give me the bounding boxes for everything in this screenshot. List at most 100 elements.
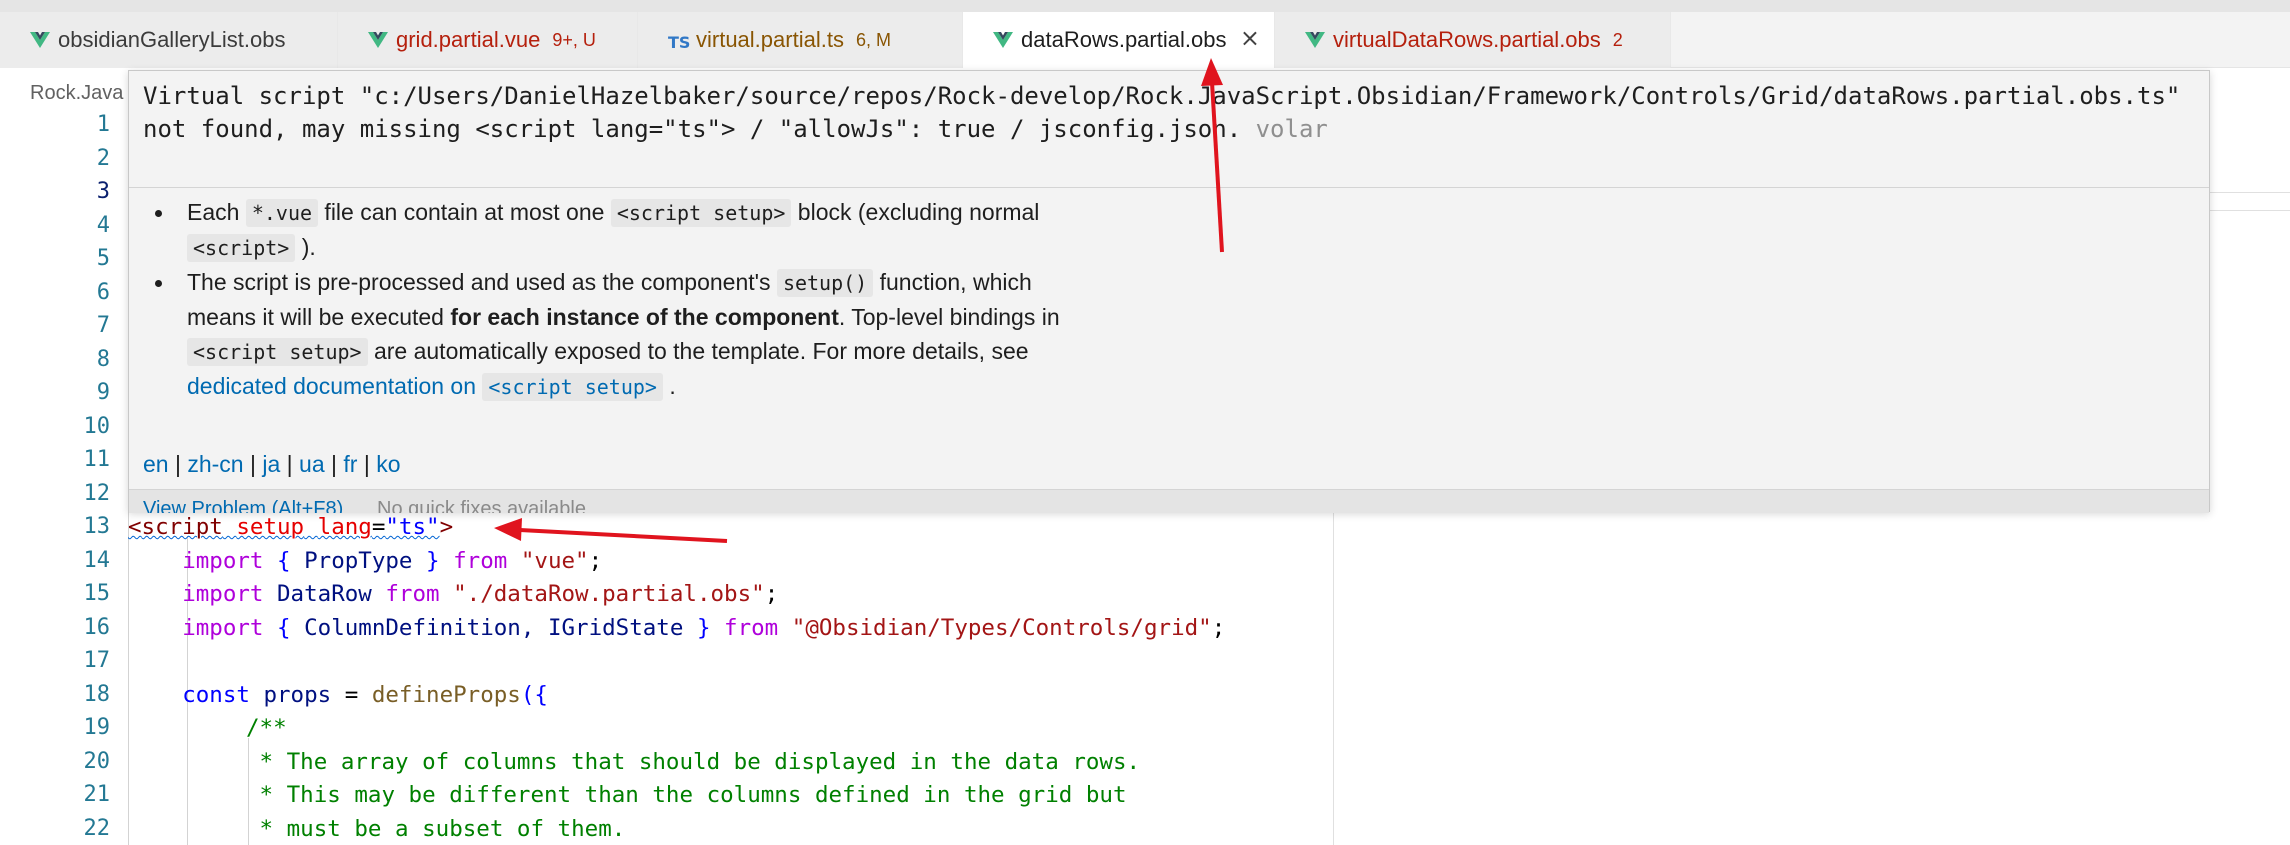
tab-problem-badge: 2 xyxy=(1612,29,1623,50)
editor-tab-bar: obsidianGalleryList.obs grid.partial.vue… xyxy=(0,12,2290,68)
doc-text: ). xyxy=(295,234,316,260)
token: > xyxy=(439,514,454,540)
token: import xyxy=(182,581,264,607)
tab-obsidian-gallery-list[interactable]: obsidianGalleryList.obs xyxy=(0,12,338,68)
current-line-highlight xyxy=(2210,192,2290,193)
code-line-16[interactable]: import { ColumnDefinition, IGridState } … xyxy=(128,615,1225,641)
diagnostic-source: volar xyxy=(1255,115,1328,143)
line-number: 12 xyxy=(83,481,111,506)
token: < xyxy=(128,514,142,540)
code-line-18[interactable]: const props = defineProps({ xyxy=(128,682,548,708)
link-code: <script setup> xyxy=(482,373,663,401)
token: } xyxy=(683,615,725,641)
token: ColumnDefinition, IGridState xyxy=(304,615,684,641)
breadcrumb[interactable]: Rock.Java xyxy=(30,82,123,105)
line-number: 2 xyxy=(96,146,110,171)
token: defineProps xyxy=(371,682,521,708)
line-number: 15 xyxy=(83,581,111,606)
line-number: 3 xyxy=(96,179,110,204)
code-line-20[interactable]: * The array of columns that should be di… xyxy=(246,749,1141,775)
separator: | xyxy=(243,451,263,477)
tab-problem-badge: 6, M xyxy=(855,29,891,50)
window-top-strip xyxy=(0,0,2290,12)
line-number: 22 xyxy=(83,816,111,841)
documentation-bullet: The script is pre-processed and used as … xyxy=(155,265,1067,404)
token: script xyxy=(141,514,223,540)
token: "ts" xyxy=(385,514,440,540)
view-problem-link[interactable]: View Problem (Alt+F8) xyxy=(143,498,343,513)
current-line-highlight xyxy=(2210,210,2290,211)
code-line-13[interactable]: <script setup lang="ts"> xyxy=(128,514,453,540)
tab-label: dataRows.partial.obs xyxy=(1021,27,1227,52)
documentation-link[interactable]: dedicated documentation on <script setup… xyxy=(187,373,663,401)
line-number: 16 xyxy=(83,615,111,640)
lang-link-ua[interactable]: ua xyxy=(299,451,325,477)
diagnostic-message[interactable]: Virtual script "c:/Users/DanielHazelbake… xyxy=(143,80,2193,146)
doc-text: . Top-level bindings in xyxy=(838,304,1060,330)
vue-icon xyxy=(993,32,1013,48)
doc-code: <script setup> xyxy=(610,199,792,227)
no-quick-fixes-label: No quick fixes available xyxy=(377,498,586,513)
token: const xyxy=(182,682,250,708)
code-line-21[interactable]: * This may be different than the columns… xyxy=(246,782,1127,808)
line-number: 17 xyxy=(83,648,111,673)
token: import xyxy=(182,615,264,641)
line-number: 21 xyxy=(83,782,111,807)
doc-text: block (excluding normal xyxy=(791,199,1040,225)
token: ({ xyxy=(520,682,548,708)
doc-text: file can contain at most one xyxy=(318,199,611,225)
lang-link-ko[interactable]: ko xyxy=(376,451,400,477)
lang-link-zh-cn[interactable]: zh-cn xyxy=(187,451,243,477)
line-number: 8 xyxy=(96,347,110,372)
line-number: 9 xyxy=(96,380,110,405)
token: "./dataRow.partial.obs" xyxy=(439,581,765,607)
line-number: 4 xyxy=(96,213,110,238)
separator: | xyxy=(280,451,300,477)
token: } xyxy=(412,548,454,574)
token: "@Obsidian/Types/Controls/grid" xyxy=(778,615,1212,641)
lang-link-fr[interactable]: fr xyxy=(343,451,357,477)
code-line-22[interactable]: * must be a subset of them. xyxy=(246,816,626,842)
tab-label: obsidianGalleryList.obs xyxy=(58,27,286,52)
line-number: 13 xyxy=(83,514,111,539)
token: { xyxy=(263,548,305,574)
documentation-list: Each *.vue file can contain at most one … xyxy=(155,195,1067,404)
lang-link-ja[interactable]: ja xyxy=(262,451,280,477)
token: = xyxy=(371,514,386,540)
code-line-19[interactable]: /** xyxy=(246,715,287,741)
diagnostic-text: Virtual script "c:/Users/DanielHazelbake… xyxy=(143,82,2195,143)
token: ; xyxy=(1211,615,1226,641)
error-squiggle[interactable]: <script setup lang="ts" xyxy=(128,514,440,540)
separator: | xyxy=(324,451,344,477)
doc-bold: for each instance of the component xyxy=(450,304,839,330)
token: { xyxy=(263,615,305,641)
line-number: 11 xyxy=(83,447,111,472)
tab-virtual-partial[interactable]: TS virtual.partial.ts 6, M xyxy=(638,12,963,68)
line-number: 10 xyxy=(83,414,111,439)
doc-code: *.vue xyxy=(245,199,319,227)
doc-code: <script setup> xyxy=(187,338,368,366)
tab-label: virtual.partial.ts xyxy=(696,27,844,52)
tab-label: grid.partial.vue xyxy=(396,27,541,52)
code-line-15[interactable]: import DataRow from "./dataRow.partial.o… xyxy=(128,581,778,607)
tab-grid-partial[interactable]: grid.partial.vue 9+, U xyxy=(338,12,638,68)
token: from xyxy=(385,581,440,607)
token: PropType xyxy=(304,548,413,574)
close-tab-icon[interactable]: × xyxy=(1240,24,1260,52)
tab-problem-badge: 9+, U xyxy=(552,29,596,50)
doc-text: . xyxy=(662,373,676,399)
tab-data-rows-partial[interactable]: dataRows.partial.obs × xyxy=(963,12,1275,68)
token: setup xyxy=(236,514,305,540)
code-line-14[interactable]: import { PropType } from "vue"; xyxy=(128,548,602,574)
hover-popup[interactable]: Virtual script "c:/Users/DanielHazelbake… xyxy=(128,70,2210,513)
line-number: 18 xyxy=(83,682,111,707)
vue-icon xyxy=(1305,32,1325,48)
token: lang xyxy=(317,514,372,540)
diagnostic-section: Virtual script "c:/Users/DanielHazelbake… xyxy=(129,71,2209,187)
tab-virtual-data-rows-partial[interactable]: virtualDataRows.partial.obs 2 xyxy=(1275,12,1671,68)
ts-icon: TS xyxy=(668,33,691,52)
lang-link-en[interactable]: en xyxy=(143,451,169,477)
documentation-bullet: Each *.vue file can contain at most one … xyxy=(155,195,1067,265)
token: props xyxy=(249,682,345,708)
line-number: 19 xyxy=(83,715,111,740)
